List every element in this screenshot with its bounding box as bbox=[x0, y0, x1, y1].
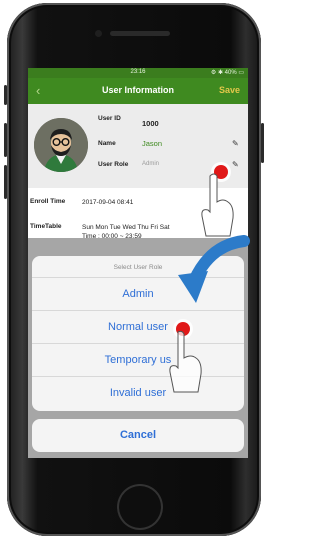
hand-pointer-icon-2 bbox=[169, 330, 202, 393]
home-button[interactable] bbox=[117, 484, 163, 530]
front-camera bbox=[95, 30, 102, 37]
role-label: User Role bbox=[98, 161, 129, 168]
enroll-time-value: 2017-09-04 08:41 bbox=[82, 199, 134, 206]
earpiece-speaker bbox=[110, 31, 170, 36]
status-bar: 23:16 ⚙ ✱ 40% ▭ bbox=[28, 68, 248, 78]
avatar-illustration bbox=[34, 118, 88, 172]
user-id-value: 1000 bbox=[142, 119, 159, 128]
hand-pointer-icon bbox=[201, 173, 234, 237]
header-bar: ‹ User Information Save bbox=[28, 78, 248, 104]
status-icons: ⚙ ✱ 40% ▭ bbox=[210, 70, 244, 76]
cancel-button[interactable]: Cancel bbox=[32, 419, 244, 452]
edit-role-icon[interactable]: ✎ bbox=[232, 160, 239, 169]
name-value[interactable]: Jason bbox=[142, 139, 162, 148]
power-button bbox=[261, 123, 264, 163]
page: 23:16 ⚙ ✱ 40% ▭ ‹ User Information Save bbox=[0, 0, 266, 539]
timetable-label: TimeTable bbox=[30, 223, 62, 230]
user-id-label: User ID bbox=[98, 115, 121, 122]
page-title: User Information bbox=[101, 85, 174, 95]
option-invalid-user[interactable]: Invalid user bbox=[32, 377, 244, 410]
timetable-days: Sun Mon Tue Wed Thu Fri Sat bbox=[82, 224, 170, 231]
mute-switch bbox=[4, 85, 7, 105]
avatar[interactable] bbox=[34, 118, 88, 172]
enroll-time-label: Enroll Time bbox=[30, 198, 66, 205]
volume-up-button bbox=[4, 123, 7, 157]
edit-name-icon[interactable]: ✎ bbox=[232, 139, 239, 148]
volume-down-button bbox=[4, 165, 7, 199]
option-temporary-user[interactable]: Temporary us bbox=[32, 344, 244, 377]
option-normal-user[interactable]: Normal user bbox=[32, 311, 244, 344]
role-value[interactable]: Admin bbox=[142, 161, 159, 167]
curved-arrow-icon bbox=[178, 235, 250, 303]
name-label: Name bbox=[98, 140, 116, 147]
save-button[interactable]: Save bbox=[219, 85, 240, 95]
